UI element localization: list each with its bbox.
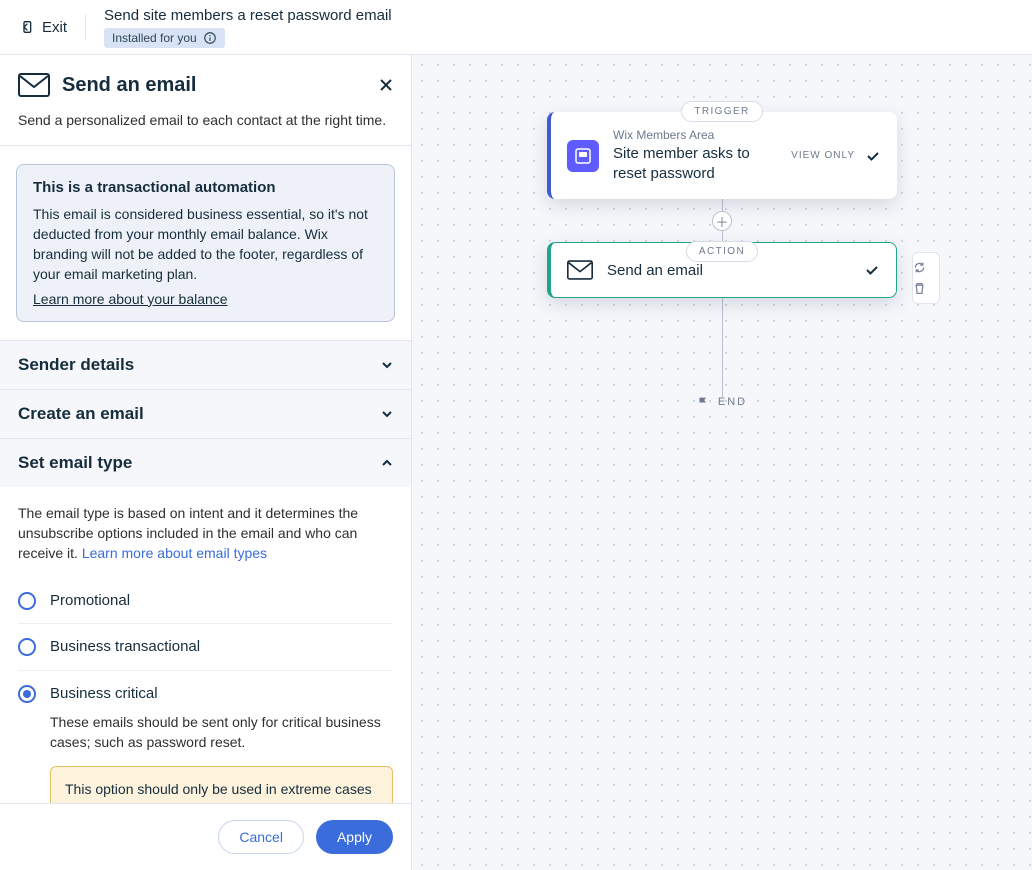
wix-members-icon <box>567 140 599 172</box>
info-card-title: This is a transactional automation <box>33 179 378 196</box>
check-icon <box>865 148 881 164</box>
accordion-set-email-type[interactable]: Set email type <box>0 439 411 487</box>
chevron-down-icon <box>381 408 393 420</box>
panel-subtitle: Send a personalized email to each contac… <box>18 111 393 131</box>
radio-business-critical[interactable] <box>18 685 36 703</box>
panel-title: Send an email <box>62 74 197 97</box>
trigger-pill: TRIGGER <box>681 101 762 122</box>
exit-icon <box>18 19 34 35</box>
learn-more-email-types-link[interactable]: Learn more about email types <box>82 545 267 561</box>
chevron-down-icon <box>381 359 393 371</box>
check-icon <box>864 262 880 278</box>
close-panel-button[interactable] <box>379 78 393 92</box>
learn-more-balance-link[interactable]: Learn more about your balance <box>33 291 228 307</box>
trigger-source: Wix Members Area <box>613 128 777 142</box>
cancel-button[interactable]: Cancel <box>218 820 304 854</box>
accordion-label: Set email type <box>18 453 132 473</box>
automation-title: Send site members a reset password email <box>104 7 392 24</box>
info-icon[interactable] <box>203 31 217 45</box>
top-bar: Exit Send site members a reset password … <box>0 0 1032 55</box>
installed-badge: Installed for you <box>104 28 225 48</box>
automation-meta: Send site members a reset password email… <box>104 7 392 48</box>
accordion-label: Create an email <box>18 404 144 424</box>
flow-canvas[interactable]: TRIGGER Wix Members Area Site member ask… <box>412 55 1032 870</box>
action-title: Send an email <box>607 261 850 281</box>
exit-label: Exit <box>42 19 67 36</box>
view-only-badge: VIEW ONLY <box>791 150 855 161</box>
radio-promotional[interactable] <box>18 592 36 610</box>
mail-icon <box>567 260 593 280</box>
accordion-sender-details[interactable]: Sender details <box>0 341 411 389</box>
trigger-title: Site member asks to reset password <box>613 144 777 183</box>
mail-icon <box>18 73 50 97</box>
radio-description: These emails should be sent only for cri… <box>50 713 393 752</box>
radio-label: Business transactional <box>50 636 393 658</box>
chevron-up-icon <box>381 457 393 469</box>
exit-button[interactable]: Exit <box>18 14 86 40</box>
radio-label: Promotional <box>50 590 393 612</box>
delete-button[interactable] <box>913 278 939 299</box>
installed-badge-label: Installed for you <box>112 31 197 45</box>
accordion-label: Sender details <box>18 355 134 375</box>
flow-connector: ＋ <box>722 199 723 243</box>
transactional-info-card: This is a transactional automation This … <box>16 164 395 322</box>
email-type-radio-group: Promotional Business transactional Busin… <box>18 578 393 803</box>
node-toolbar <box>912 252 940 304</box>
radio-business-transactional[interactable] <box>18 638 36 656</box>
info-card-body: This email is considered business essent… <box>33 204 378 285</box>
accordion-create-email[interactable]: Create an email <box>0 390 411 438</box>
close-icon <box>379 78 393 92</box>
end-label: END <box>718 396 747 408</box>
radio-label: Business critical <box>50 683 393 705</box>
config-panel: Send an email Send a personalized email … <box>0 55 412 870</box>
action-pill: ACTION <box>686 241 758 262</box>
add-step-button[interactable]: ＋ <box>712 211 732 231</box>
business-critical-warning: This option should only be used in extre… <box>50 766 393 803</box>
apply-button[interactable]: Apply <box>316 820 393 854</box>
trigger-node[interactable]: Wix Members Area Site member asks to res… <box>547 112 897 199</box>
refresh-button[interactable] <box>913 257 939 278</box>
flow-connector <box>722 298 723 398</box>
flag-icon <box>697 396 710 409</box>
